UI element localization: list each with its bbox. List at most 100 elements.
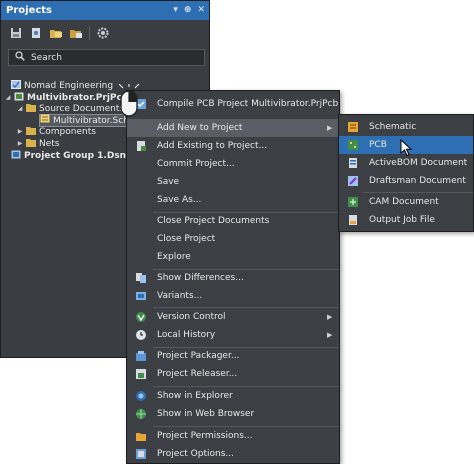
menu-item-save[interactable]: Save bbox=[127, 173, 339, 191]
panel-title: Projects bbox=[6, 5, 53, 16]
submenu-item-draftsman[interactable]: Draftsman Document bbox=[339, 172, 473, 190]
menu-item-project-releaser[interactable]: Project Releaser... bbox=[127, 365, 339, 383]
version-control-icon bbox=[133, 311, 149, 323]
menu-item-project-packager[interactable]: Project Packager... bbox=[127, 347, 339, 365]
toolbar-separator bbox=[89, 26, 90, 40]
submenu-item-schematic[interactable]: Schematic bbox=[339, 118, 473, 136]
panel-title-bar: Projects ▾ ⊕ ✕ bbox=[1, 1, 209, 20]
tree-node-components[interactable]: ▶ Components bbox=[17, 126, 96, 138]
mouse-cursor-icon bbox=[400, 138, 414, 157]
menu-item-close-project[interactable]: Close Project bbox=[127, 230, 339, 248]
menu-item-label: Project Options... bbox=[157, 449, 234, 459]
menu-item-save-as[interactable]: Save As... bbox=[127, 191, 339, 209]
close-icon[interactable]: ✕ bbox=[197, 1, 205, 20]
folder-icon bbox=[26, 138, 36, 151]
mouse-right-click-icon bbox=[118, 83, 140, 118]
gear-icon[interactable] bbox=[96, 26, 110, 40]
variants-icon bbox=[133, 290, 149, 302]
menu-item-label: Variants... bbox=[157, 291, 203, 301]
menu-item-label: Save As... bbox=[157, 195, 202, 205]
submenu-arrow-icon: ▶ bbox=[327, 331, 333, 339]
title-controls: ▾ ⊕ ✕ bbox=[173, 1, 205, 20]
open-folder-icon[interactable] bbox=[49, 26, 63, 40]
search-input[interactable] bbox=[31, 52, 201, 63]
differences-icon bbox=[133, 272, 149, 284]
menu-item-explore[interactable]: Explore bbox=[127, 248, 339, 266]
add-new-submenu: Schematic PCB ActiveBOM Document Draftsm… bbox=[338, 114, 474, 232]
submenu-arrow-icon: ▶ bbox=[327, 313, 333, 321]
draftsman-icon bbox=[345, 175, 361, 187]
menu-item-label: Explore bbox=[157, 252, 191, 262]
menu-item-label: Show in Explorer bbox=[157, 391, 233, 401]
menu-item-label: Close Project Documents bbox=[157, 216, 270, 226]
tree-label: Nomad Engineering bbox=[24, 81, 114, 91]
menu-item-label: Local History bbox=[157, 330, 216, 340]
search-box[interactable] bbox=[8, 49, 205, 66]
tree-node-workspace[interactable]: Nomad Engineering bbox=[11, 79, 114, 92]
submenu-item-label: ActiveBOM Document bbox=[369, 158, 468, 168]
menu-item-local-history[interactable]: Local History ▶ bbox=[127, 326, 339, 344]
panel-menu-icon[interactable]: ▾ bbox=[173, 1, 178, 20]
submenu-item-label: CAM Document bbox=[369, 197, 439, 207]
web-browser-icon bbox=[133, 408, 149, 420]
menu-item-label: Project Releaser... bbox=[157, 369, 238, 379]
menu-item-label: Project Packager... bbox=[157, 351, 240, 361]
add-existing-icon bbox=[133, 140, 149, 152]
schematic-icon bbox=[345, 121, 361, 133]
tree-label: Nets bbox=[39, 139, 60, 149]
submenu-item-label: Schematic bbox=[369, 122, 417, 132]
menu-item-label: Add New to Project bbox=[157, 123, 243, 133]
cam-icon bbox=[345, 196, 361, 208]
menu-item-commit[interactable]: Commit Project... bbox=[127, 155, 339, 173]
releaser-icon bbox=[133, 368, 149, 380]
menu-item-version-control[interactable]: Version Control ▶ bbox=[127, 308, 339, 326]
menu-item-label: Project Permissions... bbox=[157, 431, 253, 441]
menu-item-add-new[interactable]: Add New to Project ▶ bbox=[127, 119, 339, 137]
menu-item-label: Compile PCB Project Multivibrator.PrjPcb bbox=[157, 99, 339, 109]
explorer-icon bbox=[133, 390, 149, 402]
menu-item-close-documents[interactable]: Close Project Documents bbox=[127, 212, 339, 230]
menu-item-label: Version Control bbox=[157, 312, 226, 322]
menu-item-label: Show in Web Browser bbox=[157, 409, 255, 419]
menu-item-label: Commit Project... bbox=[157, 159, 235, 169]
tree-node-nets[interactable]: ▶ Nets bbox=[17, 138, 60, 150]
packager-icon bbox=[133, 350, 149, 362]
new-document-icon[interactable] bbox=[29, 26, 43, 40]
pin-icon[interactable]: ⊕ bbox=[184, 1, 192, 20]
project-group-icon bbox=[11, 150, 21, 163]
panel-toolbar bbox=[1, 21, 209, 45]
menu-item-compile[interactable]: Compile PCB Project Multivibrator.PrjPcb bbox=[127, 95, 339, 113]
submenu-item-cam[interactable]: CAM Document bbox=[339, 193, 473, 211]
menu-item-project-options[interactable]: Project Options... bbox=[127, 445, 339, 463]
folder-icon bbox=[26, 103, 36, 116]
submenu-item-label: Output Job File bbox=[369, 215, 435, 225]
project-folder-icon[interactable] bbox=[69, 26, 83, 40]
save-icon[interactable] bbox=[9, 26, 23, 40]
pcb-icon bbox=[345, 139, 361, 151]
menu-item-label: Add Existing to Project... bbox=[157, 141, 268, 151]
expand-arrow-icon[interactable]: ◢ bbox=[5, 92, 11, 104]
menu-item-variants[interactable]: Variants... bbox=[127, 287, 339, 305]
submenu-item-label: PCB bbox=[369, 140, 387, 150]
menu-item-show-in-explorer[interactable]: Show in Explorer bbox=[127, 387, 339, 405]
menu-item-show-differences[interactable]: Show Differences... bbox=[127, 269, 339, 287]
expand-arrow-icon[interactable]: ◢ bbox=[17, 103, 23, 115]
search-icon bbox=[15, 51, 25, 64]
collapse-arrow-icon[interactable]: ▶ bbox=[17, 138, 23, 150]
collapse-arrow-icon[interactable]: ▶ bbox=[17, 126, 23, 138]
menu-item-add-existing[interactable]: Add Existing to Project... bbox=[127, 137, 339, 155]
menu-item-label: Close Project bbox=[157, 234, 216, 244]
options-icon bbox=[133, 448, 149, 460]
menu-item-label: Save bbox=[157, 177, 180, 187]
menu-item-label: Show Differences... bbox=[157, 273, 244, 283]
submenu-item-label: Draftsman Document bbox=[369, 176, 466, 186]
output-job-icon bbox=[345, 214, 361, 226]
tree-label: Components bbox=[39, 127, 96, 137]
context-menu: Compile PCB Project Multivibrator.PrjPcb… bbox=[126, 90, 340, 464]
permissions-icon bbox=[133, 430, 149, 442]
history-icon bbox=[133, 329, 149, 341]
activebom-icon bbox=[345, 157, 361, 169]
menu-item-show-in-web-browser[interactable]: Show in Web Browser bbox=[127, 405, 339, 423]
menu-item-project-permissions[interactable]: Project Permissions... bbox=[127, 427, 339, 445]
submenu-item-output-job[interactable]: Output Job File bbox=[339, 211, 473, 229]
